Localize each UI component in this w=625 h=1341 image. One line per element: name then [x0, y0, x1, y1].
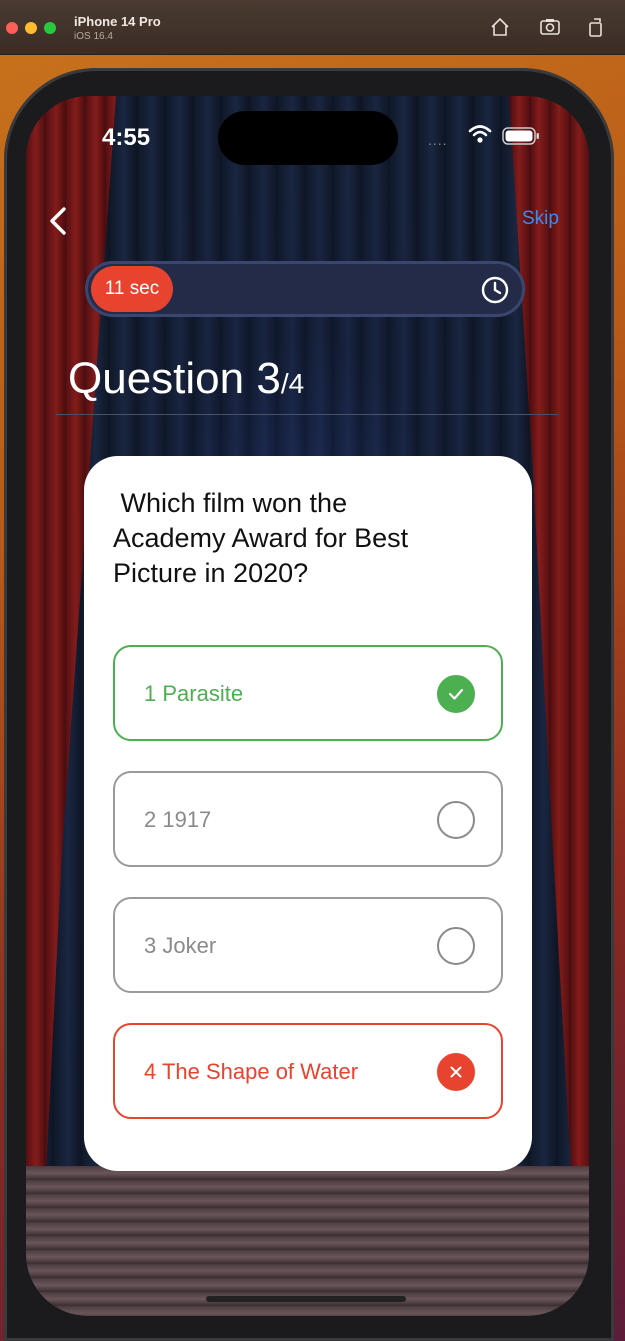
question-total: /4 [280, 368, 305, 399]
answer-label: 1 Parasite [144, 681, 244, 706]
x-icon [437, 1053, 475, 1091]
rotate-icon[interactable] [585, 16, 607, 38]
close-window-button[interactable] [6, 22, 18, 34]
divider [56, 414, 559, 415]
answer-label: 4 The Shape of Water [144, 1059, 359, 1084]
skip-button[interactable]: Skip [522, 208, 559, 230]
answer-option-1[interactable]: 1 Parasite [113, 645, 503, 741]
os-version: iOS 16.4 [74, 31, 113, 42]
chevron-left-icon[interactable] [46, 206, 70, 236]
question-text: Which film won the Academy Award for Bes… [113, 488, 409, 588]
home-icon[interactable] [489, 16, 511, 38]
question-title: Question 3/4 [68, 354, 304, 404]
signal-dots: .... [428, 132, 448, 148]
timer-progress: 11 sec [91, 266, 173, 312]
dynamic-island [218, 111, 398, 165]
simulator-title-bar: iPhone 14 Pro iOS 16.4 [0, 0, 625, 55]
timer-bar: 11 sec [85, 261, 525, 317]
wifi-icon [468, 125, 492, 143]
battery-icon [502, 127, 539, 145]
answer-option-4[interactable]: 4 The Shape of Water [113, 1023, 503, 1119]
answer-label: 3 Joker [144, 933, 217, 958]
status-time: 4:55 [102, 124, 151, 151]
question-card: Which film won the Academy Award for Bes… [84, 456, 532, 1171]
stage-floor [26, 1166, 589, 1316]
device-name: iPhone 14 Pro [74, 14, 161, 29]
question-number: Question 3 [68, 354, 281, 403]
home-indicator [206, 1296, 406, 1302]
minimize-window-button[interactable] [25, 22, 37, 34]
phone-screen: 4:55 .... Skip 11 sec Question 3/4 Which… [26, 96, 589, 1316]
answer-option-2[interactable]: 2 1917 [113, 771, 503, 867]
screenshot-icon[interactable] [539, 16, 561, 38]
answer-label: 2 1917 [144, 807, 212, 832]
answer-option-3[interactable]: 3 Joker [113, 897, 503, 993]
zoom-window-button[interactable] [44, 22, 56, 34]
clock-icon [481, 276, 509, 304]
circle-icon [437, 801, 475, 839]
circle-icon [437, 927, 475, 965]
check-icon [437, 675, 475, 713]
